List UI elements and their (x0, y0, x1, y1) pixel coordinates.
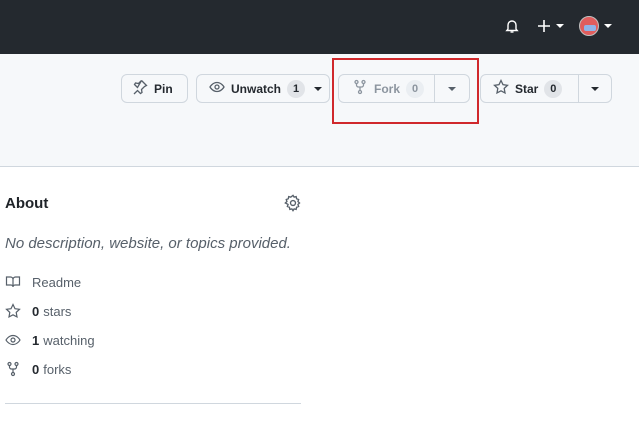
forks-label: forks (43, 361, 72, 377)
star-counter: 0 (544, 79, 563, 98)
eye-icon (5, 332, 21, 348)
readme-label: Readme (32, 274, 82, 290)
star-button-group[interactable]: Star 0 (480, 74, 612, 103)
forks-link[interactable]: 0 forks (5, 361, 71, 377)
chevron-down-icon (313, 82, 323, 96)
star-icon (493, 78, 509, 98)
stars-link[interactable]: 0 stars (5, 303, 71, 319)
chevron-down-icon (590, 82, 600, 96)
stars-label: stars (43, 303, 72, 319)
watch-counter: 1 (287, 79, 306, 98)
star-button[interactable]: Star 0 (481, 75, 578, 102)
pin-button[interactable]: Pin (121, 74, 188, 103)
fork-icon (5, 361, 21, 377)
readme-link[interactable]: Readme (5, 274, 81, 290)
stars-count: 0 (32, 303, 40, 319)
top-nav-bar (0, 0, 639, 54)
repo-description: No description, website, or topics provi… (5, 235, 291, 252)
create-new-dropdown[interactable] (535, 15, 567, 37)
forks-count: 0 (32, 361, 40, 377)
star-dropdown-button[interactable] (579, 75, 611, 102)
gear-icon[interactable] (284, 194, 302, 212)
unwatch-label: Unwatch (231, 81, 282, 96)
fork-highlight-box (332, 58, 479, 124)
user-menu[interactable] (578, 13, 614, 39)
star-label: Star (515, 81, 539, 96)
watching-label: watching (43, 332, 95, 348)
bell-icon[interactable] (502, 16, 522, 36)
eye-icon (209, 79, 225, 98)
avatar (578, 16, 599, 36)
pin-icon (132, 79, 148, 98)
pin-label: Pin (154, 81, 173, 96)
unwatch-button[interactable]: Unwatch 1 (196, 74, 330, 103)
repo-header (0, 54, 639, 167)
watching-count: 1 (32, 332, 40, 348)
watching-link[interactable]: 1 watching (5, 332, 95, 348)
section-divider (5, 403, 301, 404)
about-heading: About (5, 195, 49, 212)
book-icon (5, 274, 21, 290)
star-icon (5, 303, 21, 319)
